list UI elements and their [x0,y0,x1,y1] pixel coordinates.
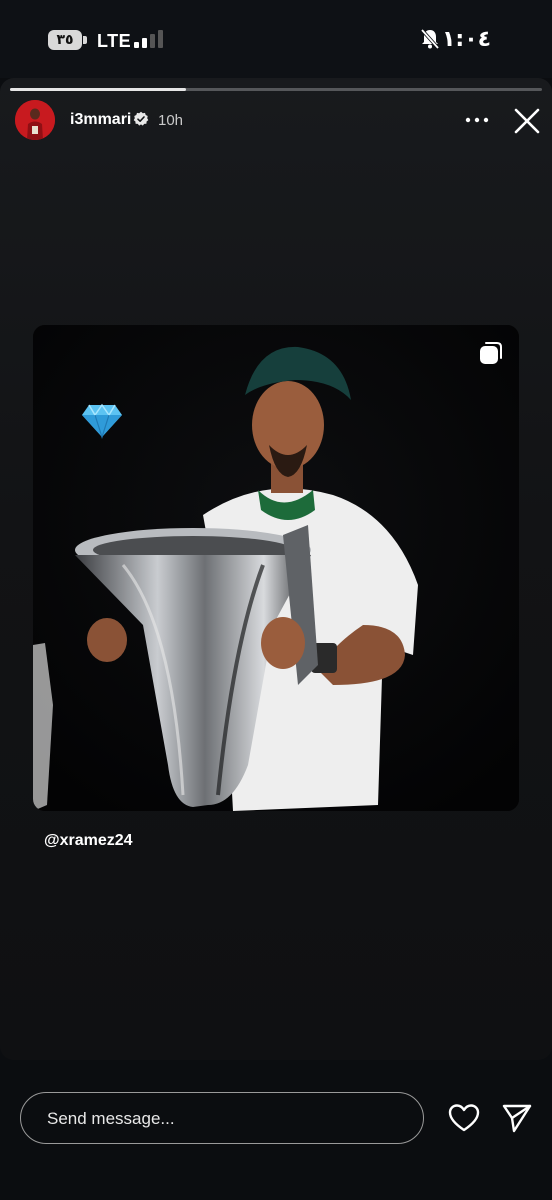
diamond-icon [82,403,122,439]
status-bar: ٣٥ LTE ١:٠٤ [0,0,552,78]
avatar[interactable] [15,100,55,140]
network-type: LTE [97,31,132,51]
shared-post-image[interactable] [33,325,519,811]
send-message-input[interactable]: Send message... [20,1092,424,1144]
battery-level: ٣٥ [48,30,82,50]
send-icon[interactable] [502,1103,532,1133]
muted-bell-icon [420,28,440,50]
send-message-placeholder: Send message... [47,1109,175,1128]
post-photo [33,325,519,811]
mention-sticker[interactable]: @xramez24 [44,832,133,850]
story-progress-fill [10,88,186,91]
status-time: ١:٠٤ [442,27,492,52]
heart-icon[interactable] [448,1103,480,1133]
story-progress-bar [10,88,542,91]
close-icon[interactable] [512,106,542,136]
story-username[interactable]: i3mmari [70,111,131,129]
battery-indicator: ٣٥ [48,30,88,50]
more-icon[interactable] [462,110,492,130]
avatar-image [15,100,55,140]
verified-icon [133,111,149,126]
signal-icon [134,30,163,48]
carousel-icon [480,342,502,364]
story-timestamp: 10h [158,112,184,129]
story-viewer[interactable]: i3mmari 10h @xramez24 [0,78,552,1060]
